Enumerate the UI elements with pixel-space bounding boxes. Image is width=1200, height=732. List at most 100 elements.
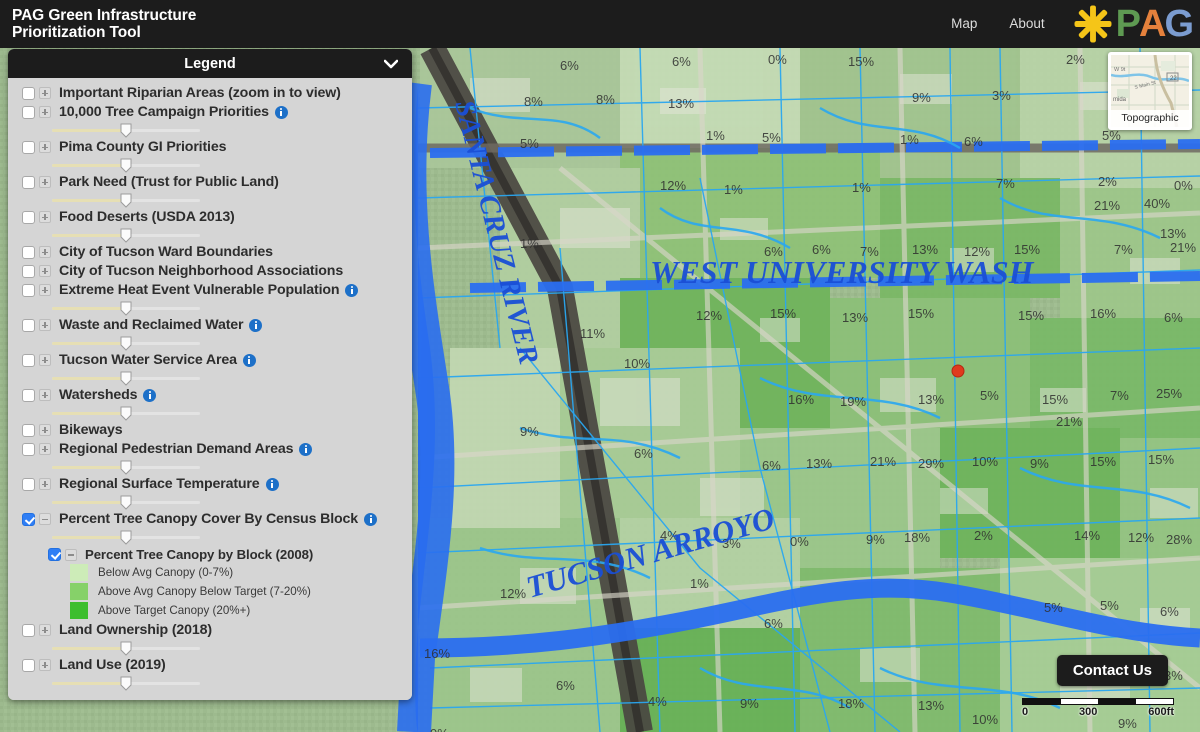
- legend-layer-row-park-need-trust-for-public-land[interactable]: Park Need (Trust for Public Land): [8, 172, 412, 191]
- expand-icon-food-deserts-usda-2013[interactable]: [39, 211, 51, 223]
- expand-icon-pima-county-gi-priorities[interactable]: [39, 141, 51, 153]
- collapse-icon-percent-tree-canopy-cover-by-census-block[interactable]: [39, 513, 51, 525]
- slider-thumb[interactable]: [120, 158, 132, 173]
- info-icon-regional-pedestrian-demand-areas[interactable]: [299, 442, 313, 456]
- legend-layer-row-percent-tree-canopy-cover-by-census-block[interactable]: Percent Tree Canopy Cover By Census Bloc…: [8, 509, 412, 528]
- sublayer-checkbox-percent-tree-canopy-by-block-2008[interactable]: [48, 548, 61, 561]
- basemap-switcher[interactable]: 22 W 9t mida S Main St Topographic: [1108, 52, 1192, 130]
- layer-checkbox-important-riparian-areas-zoom-in-to-view[interactable]: [22, 86, 35, 100]
- legend-layer-row-extreme-heat-event-vulnerable-population[interactable]: Extreme Heat Event Vulnerable Population: [8, 280, 412, 299]
- slider-thumb[interactable]: [120, 460, 132, 475]
- regional-surface-temperature-opacity-slider[interactable]: [52, 495, 200, 510]
- pag-logo[interactable]: P A G: [1061, 3, 1200, 45]
- expand-icon-park-need-trust-for-public-land[interactable]: [39, 176, 51, 188]
- expand-icon-city-of-tucson-neighborhood-associations[interactable]: [39, 265, 51, 277]
- layer-checkbox-city-of-tucson-ward-boundaries[interactable]: [22, 245, 35, 259]
- layer-checkbox-park-need-trust-for-public-land[interactable]: [22, 175, 35, 189]
- layer-checkbox-land-use-2019[interactable]: [22, 658, 35, 672]
- info-icon-tucson-water-service-area[interactable]: [242, 353, 256, 367]
- slider-thumb[interactable]: [120, 406, 132, 421]
- nav-link-map[interactable]: Map: [935, 0, 993, 48]
- info-icon-percent-tree-canopy-cover-by-census-block[interactable]: [364, 512, 377, 526]
- legend-layer-row-regional-surface-temperature[interactable]: Regional Surface Temperature: [8, 474, 412, 493]
- percent-tree-canopy-cover-by-census-block-opacity-slider[interactable]: [52, 530, 200, 545]
- contact-us-button[interactable]: Contact Us: [1056, 655, 1168, 686]
- pima-county-gi-priorities-opacity-slider[interactable]: [52, 158, 200, 173]
- legend-sublayer-row-percent-tree-canopy-by-block-2008[interactable]: Percent Tree Canopy by Block (2008): [8, 544, 412, 563]
- info-icon-regional-surface-temperature[interactable]: [265, 477, 279, 491]
- slider-thumb[interactable]: [120, 228, 132, 243]
- map-label-west-university-wash: WEST UNIVERSITY WASH: [650, 254, 1035, 290]
- legend-layer-row-food-deserts-usda-2013[interactable]: Food Deserts (USDA 2013): [8, 207, 412, 226]
- expand-icon-tucson-water-service-area[interactable]: [39, 354, 51, 366]
- land-use-2019-opacity-slider[interactable]: [52, 676, 200, 691]
- 10-000-tree-campaign-priorities-opacity-slider[interactable]: [52, 123, 200, 138]
- info-icon-watersheds[interactable]: [143, 388, 157, 402]
- info-icon-10-000-tree-campaign-priorities[interactable]: [274, 105, 288, 119]
- legend-layer-row-regional-pedestrian-demand-areas[interactable]: Regional Pedestrian Demand Areas: [8, 439, 412, 458]
- expand-icon-bikeways[interactable]: [39, 424, 51, 436]
- collapse-icon-percent-tree-canopy-by-block-2008[interactable]: [65, 548, 77, 561]
- expand-icon-land-use-2019[interactable]: [39, 659, 51, 671]
- slider-thumb[interactable]: [120, 336, 132, 351]
- svg-text:5%: 5%: [980, 388, 999, 403]
- legend-layer-row-10-000-tree-campaign-priorities[interactable]: 10,000 Tree Campaign Priorities: [8, 102, 412, 121]
- legend-layer-row-land-ownership-2018[interactable]: Land Ownership (2018): [8, 620, 412, 639]
- legend-layer-row-waste-and-reclaimed-water[interactable]: Waste and Reclaimed Water: [8, 315, 412, 334]
- legend-header[interactable]: Legend: [8, 49, 412, 78]
- chevron-down-icon[interactable]: [384, 59, 398, 68]
- expand-icon-10-000-tree-campaign-priorities[interactable]: [39, 106, 51, 118]
- legend-layer-row-city-of-tucson-neighborhood-associations[interactable]: City of Tucson Neighborhood Associations: [8, 261, 412, 280]
- slider-thumb[interactable]: [120, 301, 132, 316]
- land-ownership-2018-opacity-slider[interactable]: [52, 641, 200, 656]
- info-icon-waste-and-reclaimed-water[interactable]: [249, 318, 263, 332]
- slider-thumb[interactable]: [120, 123, 132, 138]
- info-icon-extreme-heat-event-vulnerable-population[interactable]: [345, 283, 359, 297]
- layer-checkbox-bikeways[interactable]: [22, 423, 35, 437]
- layer-checkbox-land-ownership-2018[interactable]: [22, 623, 35, 637]
- legend-layer-row-tucson-water-service-area[interactable]: Tucson Water Service Area: [8, 350, 412, 369]
- watersheds-opacity-slider[interactable]: [52, 406, 200, 421]
- layer-checkbox-regional-pedestrian-demand-areas[interactable]: [22, 442, 35, 456]
- expand-icon-important-riparian-areas-zoom-in-to-view[interactable]: [39, 87, 51, 99]
- legend-layer-row-important-riparian-areas-zoom-in-to-view[interactable]: Important Riparian Areas (zoom in to vie…: [8, 83, 412, 102]
- expand-icon-regional-surface-temperature[interactable]: [39, 478, 51, 490]
- expand-icon-city-of-tucson-ward-boundaries[interactable]: [39, 246, 51, 258]
- legend-layer-row-land-use-2019[interactable]: Land Use (2019): [8, 655, 412, 674]
- expand-icon-extreme-heat-event-vulnerable-population[interactable]: [39, 284, 51, 296]
- layer-checkbox-waste-and-reclaimed-water[interactable]: [22, 318, 35, 332]
- slider-thumb[interactable]: [120, 530, 132, 545]
- legend-layer-row-bikeways[interactable]: Bikeways: [8, 420, 412, 439]
- layer-checkbox-regional-surface-temperature[interactable]: [22, 477, 35, 491]
- tucson-water-service-area-opacity-slider[interactable]: [52, 371, 200, 386]
- slider-thumb[interactable]: [120, 495, 132, 510]
- slider-thumb[interactable]: [120, 371, 132, 386]
- layer-checkbox-pima-county-gi-priorities[interactable]: [22, 140, 35, 154]
- app-header: PAG Green Infrastructure Prioritization …: [0, 0, 1200, 48]
- legend-layer-row-watersheds[interactable]: Watersheds: [8, 385, 412, 404]
- slider-thumb[interactable]: [120, 193, 132, 208]
- nav-link-about[interactable]: About: [993, 0, 1060, 48]
- legend-layer-list[interactable]: Important Riparian Areas (zoom in to vie…: [8, 78, 412, 700]
- layer-checkbox-10-000-tree-campaign-priorities[interactable]: [22, 105, 35, 119]
- park-need-trust-for-public-land-opacity-slider[interactable]: [52, 193, 200, 208]
- waste-and-reclaimed-water-opacity-slider[interactable]: [52, 336, 200, 351]
- layer-checkbox-city-of-tucson-neighborhood-associations[interactable]: [22, 264, 35, 278]
- expand-icon-regional-pedestrian-demand-areas[interactable]: [39, 443, 51, 455]
- expand-icon-land-ownership-2018[interactable]: [39, 624, 51, 636]
- layer-checkbox-extreme-heat-event-vulnerable-population[interactable]: [22, 283, 35, 297]
- layer-checkbox-percent-tree-canopy-cover-by-census-block[interactable]: [22, 512, 35, 526]
- regional-pedestrian-demand-areas-opacity-slider[interactable]: [52, 460, 200, 475]
- slider-thumb[interactable]: [120, 641, 132, 656]
- expand-icon-watersheds[interactable]: [39, 389, 51, 401]
- layer-checkbox-food-deserts-usda-2013[interactable]: [22, 210, 35, 224]
- expand-icon-waste-and-reclaimed-water[interactable]: [39, 319, 51, 331]
- extreme-heat-event-vulnerable-population-opacity-slider[interactable]: [52, 301, 200, 316]
- legend-layer-row-city-of-tucson-ward-boundaries[interactable]: City of Tucson Ward Boundaries: [8, 242, 412, 261]
- layer-checkbox-watersheds[interactable]: [22, 388, 35, 402]
- legend-layer-row-pima-county-gi-priorities[interactable]: Pima County GI Priorities: [8, 137, 412, 156]
- slider-thumb[interactable]: [120, 676, 132, 691]
- food-deserts-usda-2013-opacity-slider[interactable]: [52, 228, 200, 243]
- sun-asterisk-icon: [1074, 5, 1112, 43]
- layer-checkbox-tucson-water-service-area[interactable]: [22, 353, 35, 367]
